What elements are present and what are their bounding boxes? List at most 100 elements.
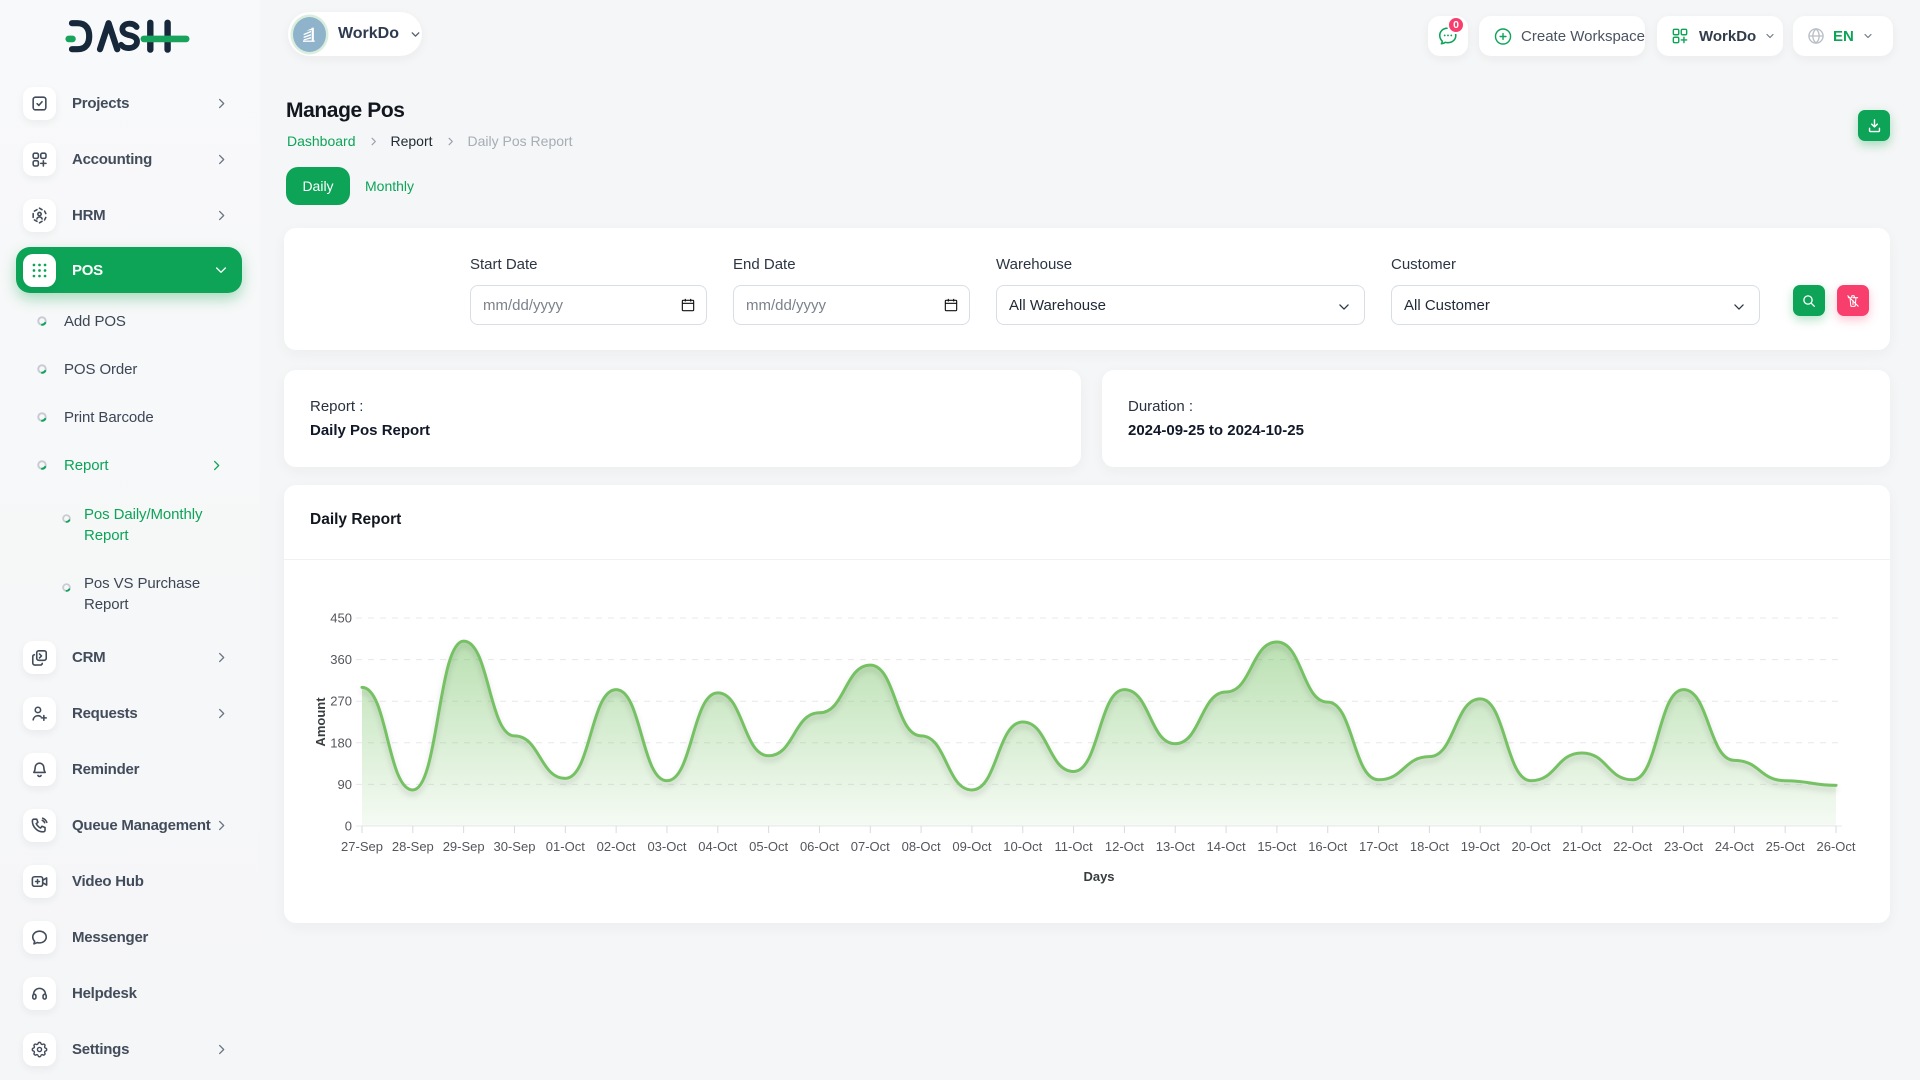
start-date-input[interactable]: [470, 285, 707, 325]
trash-off-icon: [1845, 293, 1861, 309]
sidebar-item-queue-management[interactable]: Queue Management: [16, 802, 242, 848]
company-menu-button[interactable]: WorkDo: [1657, 16, 1783, 56]
x-tick-label: 06-Oct: [800, 839, 839, 854]
x-axis-title: Days: [1083, 869, 1114, 884]
grid-add-icon: [23, 143, 56, 176]
x-tick-label: 01-Oct: [546, 839, 585, 854]
x-tick-label: 22-Oct: [1613, 839, 1652, 854]
x-tick-label: 15-Oct: [1257, 839, 1296, 854]
x-tick-label: 20-Oct: [1512, 839, 1551, 854]
sidebar-subitem-label: POS Order: [64, 359, 137, 380]
x-tick-label: 21-Oct: [1562, 839, 1601, 854]
breadcrumb-current: Daily Pos Report: [468, 133, 573, 149]
download-icon: [1866, 117, 1883, 134]
sidebar-item-projects[interactable]: Projects: [16, 80, 242, 126]
x-tick-label: 17-Oct: [1359, 839, 1398, 854]
sidebar-item-messenger[interactable]: Messenger: [16, 914, 242, 960]
report-info-card: Report : Daily Pos Report: [284, 370, 1081, 467]
x-tick-label: 02-Oct: [597, 839, 636, 854]
bullet-icon: [62, 579, 72, 597]
customer-select[interactable]: All Customer: [1391, 285, 1760, 325]
x-tick-label: 09-Oct: [952, 839, 991, 854]
x-tick-label: 04-Oct: [698, 839, 737, 854]
x-tick-label: 29-Sep: [443, 839, 485, 854]
language-code: EN: [1833, 28, 1854, 45]
area-chart-svg: 09018027036045027-Sep28-Sep29-Sep30-Sep0…: [284, 560, 1890, 922]
sidebar: Projects Accounting HRM POS Add POS POS …: [0, 0, 260, 1080]
sidebar-item-video-hub[interactable]: Video Hub: [16, 858, 242, 904]
sidebar-item-pos-vs-purchase-report[interactable]: Pos VS PurchaseReport: [16, 573, 242, 615]
workspace-switcher[interactable]: WorkDo: [288, 12, 422, 56]
bullet-icon: [37, 457, 47, 475]
user-plus-icon: [23, 697, 56, 730]
sidebar-item-accounting[interactable]: Accounting: [16, 136, 242, 182]
sidebar-item-print-barcode[interactable]: Print Barcode: [16, 407, 242, 428]
x-tick-label: 03-Oct: [647, 839, 686, 854]
x-tick-label: 18-Oct: [1410, 839, 1449, 854]
sidebar-item-requests[interactable]: Requests: [16, 690, 242, 736]
chevron-right-icon: [214, 1042, 229, 1057]
y-axis-title: Amount: [313, 697, 328, 747]
chevron-right-icon: [214, 818, 229, 833]
sidebar-item-reminder[interactable]: Reminder: [16, 746, 242, 792]
tab-daily[interactable]: Daily: [286, 167, 350, 205]
sidebar-item-crm[interactable]: CRM: [16, 634, 242, 680]
breadcrumb: Dashboard Report Daily Pos Report: [287, 133, 573, 149]
sidebar-item-pos-daily-monthly-report[interactable]: Pos Daily/MonthlyReport: [16, 504, 242, 546]
search-button[interactable]: [1793, 285, 1825, 316]
sidebar-item-hrm[interactable]: HRM: [16, 192, 242, 238]
building-icon: [300, 25, 319, 44]
sidebar-item-add-pos[interactable]: Add POS: [16, 311, 242, 332]
sidebar-item-label: Reminder: [72, 761, 139, 778]
y-tick-label: 180: [330, 735, 352, 750]
sidebar-subitem-label: Pos VS PurchaseReport: [84, 573, 200, 615]
language-selector[interactable]: EN: [1793, 16, 1893, 56]
bell-icon: [23, 753, 56, 786]
sidebar-item-label: POS: [72, 262, 103, 279]
daily-report-chart[interactable]: 09018027036045027-Sep28-Sep29-Sep30-Sep0…: [284, 560, 1890, 922]
sidebar-subitem-label: Pos Daily/MonthlyReport: [84, 504, 202, 546]
y-tick-label: 270: [330, 694, 352, 709]
x-tick-label: 30-Sep: [494, 839, 536, 854]
report-label: Report :: [310, 398, 363, 415]
reset-button[interactable]: [1837, 285, 1869, 316]
warehouse-select[interactable]: All Warehouse: [996, 285, 1365, 325]
create-workspace-button[interactable]: Create Workspace: [1479, 16, 1645, 56]
logo-green-dot: [65, 36, 75, 43]
end-date-input[interactable]: [733, 285, 970, 325]
sidebar-item-label: CRM: [72, 649, 105, 666]
x-tick-label: 23-Oct: [1664, 839, 1703, 854]
sidebar-item-label: Video Hub: [72, 873, 144, 890]
hrm-icon: [23, 199, 56, 232]
chart-title: Daily Report: [310, 510, 401, 529]
sidebar-item-helpdesk[interactable]: Helpdesk: [16, 970, 242, 1016]
duration-info-card: Duration : 2024-09-25 to 2024-10-25: [1102, 370, 1890, 467]
breadcrumb-report[interactable]: Report: [391, 133, 433, 149]
sidebar-item-pos[interactable]: POS: [16, 247, 242, 293]
breadcrumb-dashboard[interactable]: Dashboard: [287, 133, 356, 149]
bullet-icon: [62, 510, 72, 528]
sidebar-item-settings[interactable]: Settings: [16, 1026, 242, 1072]
globe-icon: [1806, 26, 1826, 46]
company-name: WorkDo: [1699, 28, 1756, 45]
gear-icon: [23, 1033, 56, 1066]
message-icon: [23, 921, 56, 954]
sidebar-item-label: Messenger: [72, 929, 148, 946]
workspace-name: WorkDo: [338, 25, 399, 43]
x-tick-label: 10-Oct: [1003, 839, 1042, 854]
chevron-right-icon: [214, 208, 229, 223]
workspace-avatar: [293, 17, 326, 52]
squares-icon: [23, 641, 56, 674]
checkbox-icon: [23, 87, 56, 120]
x-tick-label: 05-Oct: [749, 839, 788, 854]
sidebar-item-pos-order[interactable]: POS Order: [16, 359, 242, 380]
sidebar-item-report[interactable]: Report: [16, 455, 242, 476]
warehouse-label: Warehouse: [996, 256, 1072, 273]
sidebar-item-label: Queue Management: [72, 817, 211, 834]
sidebar-item-label: Requests: [72, 705, 138, 722]
app: Projects Accounting HRM POS Add POS POS …: [0, 0, 1920, 1080]
dash-logo[interactable]: [64, 18, 194, 63]
tab-monthly[interactable]: Monthly: [365, 167, 414, 205]
download-button[interactable]: [1858, 110, 1890, 141]
y-tick-label: 360: [330, 652, 352, 667]
